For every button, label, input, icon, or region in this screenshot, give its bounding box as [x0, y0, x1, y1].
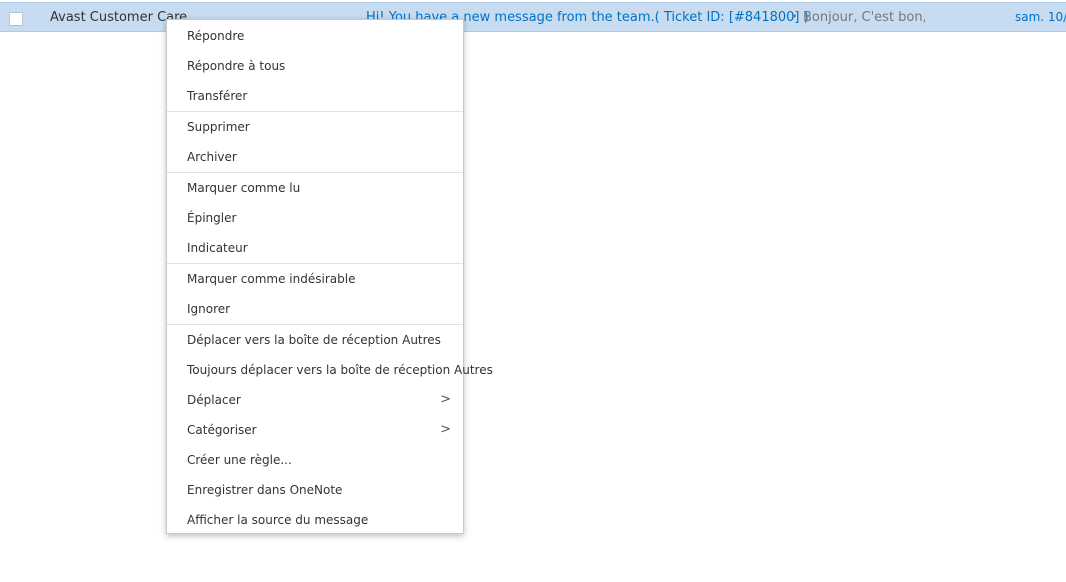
menu-item-label: Indicateur	[187, 241, 248, 255]
menu-item-label: Marquer comme lu	[187, 181, 301, 195]
message-preview: Bonjour, C'est bon, l	[803, 10, 925, 25]
menu-item-delete[interactable]: Supprimer	[167, 112, 463, 142]
menu-item-label: Épingler	[187, 211, 237, 225]
menu-item-move[interactable]: Déplacer >	[167, 385, 463, 415]
menu-item-archive[interactable]: Archiver	[167, 142, 463, 172]
menu-group-mark: Marquer comme lu Épingler Indicateur	[167, 172, 463, 263]
menu-item-label: Créer une règle...	[187, 453, 292, 467]
menu-item-label: Catégoriser	[187, 423, 257, 437]
bullet-separator: •	[791, 10, 798, 23]
menu-group-delete: Supprimer Archiver	[167, 111, 463, 172]
menu-item-ignore[interactable]: Ignorer	[167, 294, 463, 324]
menu-item-label: Toujours déplacer vers la boîte de récep…	[187, 363, 493, 377]
menu-item-always-move-to-other[interactable]: Toujours déplacer vers la boîte de récep…	[167, 355, 493, 385]
menu-item-label: Archiver	[187, 150, 237, 164]
message-checkbox[interactable]	[9, 12, 23, 26]
menu-item-label: Répondre	[187, 29, 245, 43]
menu-item-save-onenote[interactable]: Enregistrer dans OneNote	[167, 475, 463, 505]
menu-item-label: Répondre à tous	[187, 59, 286, 73]
menu-item-move-to-other[interactable]: Déplacer vers la boîte de réception Autr…	[167, 325, 463, 355]
menu-item-label: Enregistrer dans OneNote	[187, 483, 343, 497]
menu-item-label: Afficher la source du message	[187, 513, 369, 527]
chevron-right-icon: >	[440, 422, 451, 437]
menu-item-mark-junk[interactable]: Marquer comme indésirable	[167, 264, 463, 294]
menu-item-reply-all[interactable]: Répondre à tous	[167, 51, 463, 81]
menu-item-create-rule[interactable]: Créer une règle...	[167, 445, 463, 475]
menu-item-label: Déplacer vers la boîte de réception Autr…	[187, 333, 441, 347]
chevron-right-icon: >	[440, 392, 451, 407]
menu-item-reply[interactable]: Répondre	[167, 21, 463, 51]
menu-item-pin[interactable]: Épingler	[167, 203, 463, 233]
menu-item-label: Marquer comme indésirable	[187, 272, 356, 286]
message-date: sam. 10/0	[1015, 10, 1066, 24]
menu-item-label: Déplacer	[187, 393, 241, 407]
menu-item-flag[interactable]: Indicateur	[167, 233, 463, 263]
menu-group-move: Déplacer vers la boîte de réception Autr…	[167, 324, 493, 535]
context-menu: Répondre Répondre à tous Transférer Supp…	[166, 19, 493, 535]
menu-item-label: Supprimer	[187, 120, 250, 134]
menu-group-respond: Répondre Répondre à tous Transférer	[167, 21, 463, 111]
menu-group-junk: Marquer comme indésirable Ignorer	[167, 263, 463, 324]
menu-item-categorize[interactable]: Catégoriser >	[167, 415, 463, 445]
menu-item-view-source[interactable]: Afficher la source du message	[167, 505, 463, 535]
message-row[interactable]: Avast Customer Care Hi! You have a new m…	[0, 2, 1066, 32]
menu-item-label: Transférer	[187, 89, 248, 103]
menu-item-label: Ignorer	[187, 302, 231, 316]
menu-item-mark-read[interactable]: Marquer comme lu	[167, 173, 463, 203]
menu-item-forward[interactable]: Transférer	[167, 81, 463, 111]
